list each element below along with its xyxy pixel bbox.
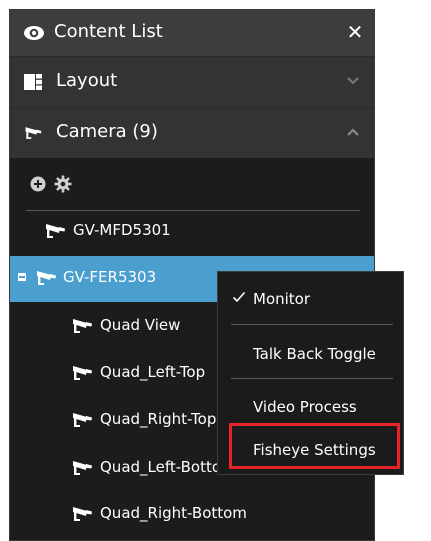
gear-icon[interactable]	[54, 175, 72, 193]
menu-separator	[231, 324, 393, 325]
menu-item-label: Video Process	[253, 398, 357, 416]
add-circle-icon[interactable]	[30, 176, 46, 192]
menu-item-monitor[interactable]: Monitor	[218, 279, 403, 319]
collapse-toggle-icon[interactable]	[18, 273, 26, 281]
camera-icon	[73, 461, 92, 475]
menu-item-talk-back-toggle[interactable]: Talk Back Toggle	[218, 334, 403, 374]
menu-item-label: Monitor	[253, 290, 311, 308]
eye-icon	[24, 26, 44, 40]
menu-separator	[231, 378, 393, 379]
checkmark-icon	[232, 291, 246, 303]
panel-titlebar: Content List ✕	[10, 10, 374, 56]
chevron-up-icon[interactable]	[346, 126, 360, 138]
camera-icon	[73, 366, 92, 380]
panel-title: Content List	[54, 21, 163, 42]
tree-item-label: GV-FER5303	[63, 268, 157, 286]
menu-item-label: Talk Back Toggle	[253, 345, 376, 363]
menu-item-video-process[interactable]: Video Process	[218, 387, 403, 427]
tree-item-label: Quad_Right-Top	[100, 410, 217, 428]
camera-toolbar	[10, 162, 374, 206]
camera-icon	[73, 507, 92, 521]
grid-layout-icon	[24, 74, 42, 90]
camera-icon	[73, 413, 92, 427]
section-layout-label: Layout	[56, 70, 118, 91]
section-camera-label: Camera (9)	[56, 121, 158, 142]
tree-item-quad-right-bottom[interactable]: Quad_Right-Bottom	[10, 492, 374, 538]
chevron-down-icon[interactable]	[346, 75, 360, 87]
tree-item-label: Quad_Right-Bottom	[100, 504, 247, 522]
camera-icon	[73, 319, 92, 333]
section-camera[interactable]: Camera (9)	[10, 107, 374, 158]
camera-icon	[46, 224, 65, 238]
tree-item-gv-mfd5301[interactable]: GV-MFD5301	[10, 209, 374, 255]
section-layout[interactable]: Layout	[10, 56, 374, 107]
camera-icon	[37, 271, 56, 285]
tree-item-label: GV-MFD5301	[73, 221, 171, 239]
tree-item-label: Quad_Left-Top	[100, 363, 206, 381]
tree-item-label: Quad_Left-Bottom	[100, 458, 236, 476]
camera-icon	[25, 127, 42, 139]
highlight-box	[229, 423, 400, 469]
close-button[interactable]: ✕	[344, 20, 366, 44]
tree-item-label: Quad View	[100, 316, 181, 334]
